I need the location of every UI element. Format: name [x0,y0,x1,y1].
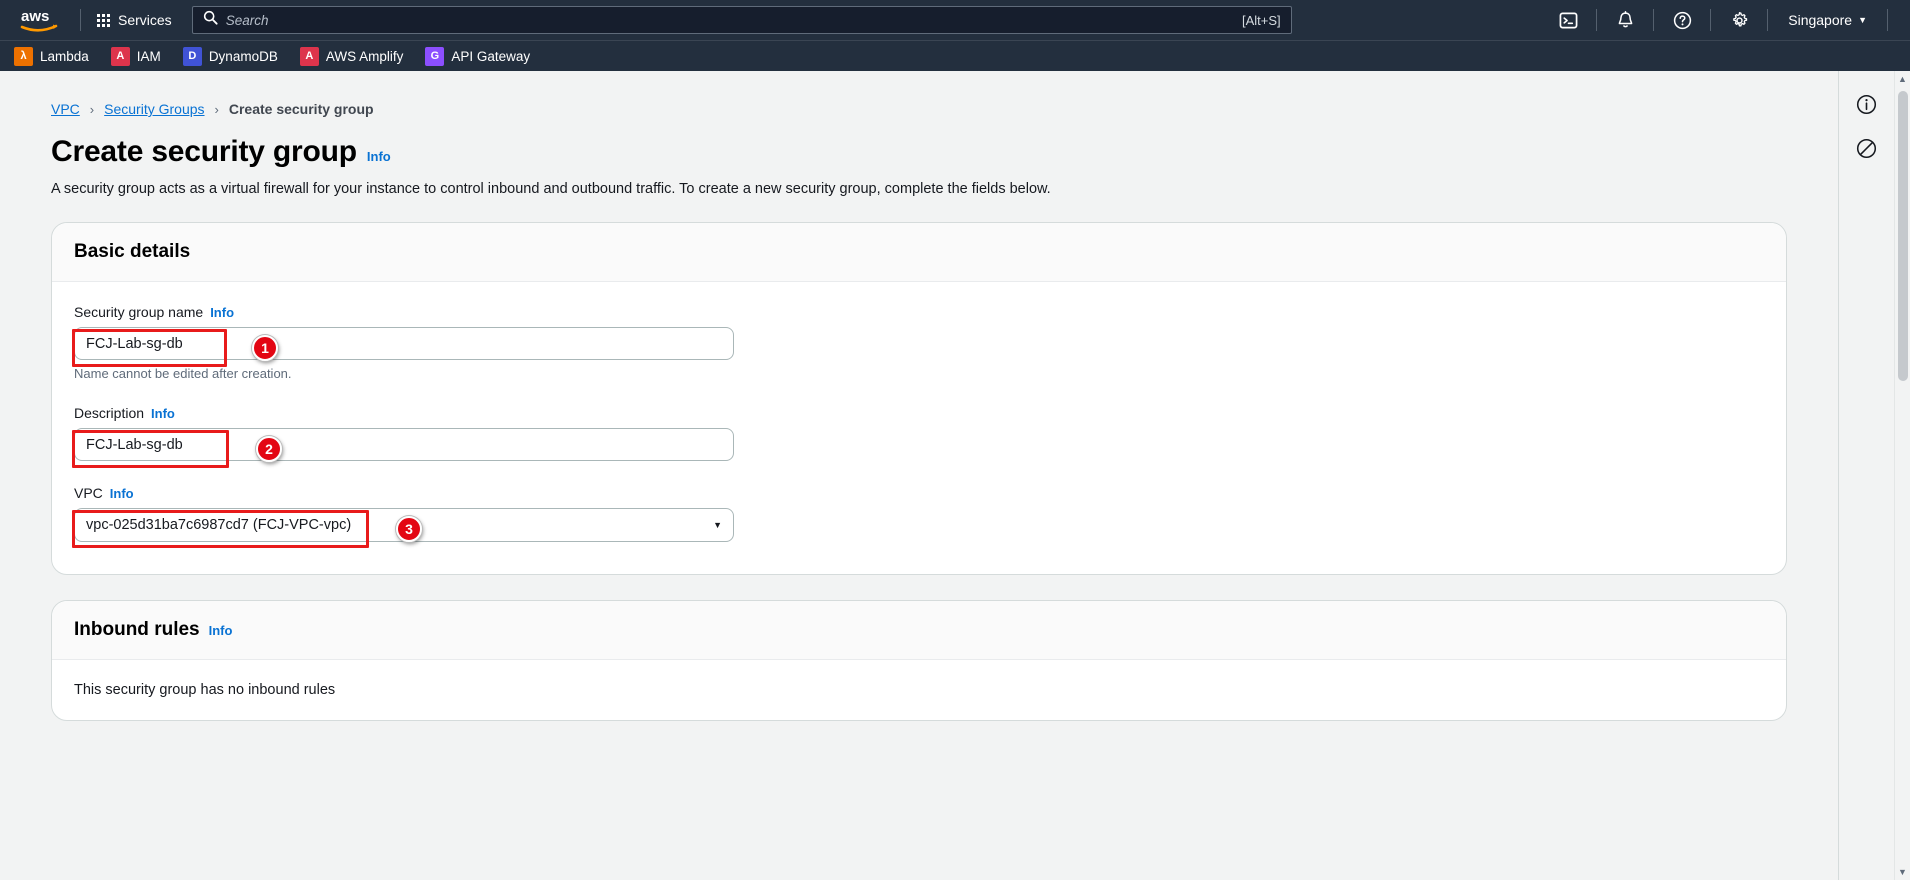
favorite-label: DynamoDB [208,48,278,64]
favorite-item-aws-amplify[interactable]: A AWS Amplify [299,46,404,66]
services-menu-button[interactable]: Services [89,6,180,34]
description-info-link[interactable]: Info [151,406,175,421]
chevron-down-icon: ▼ [713,520,722,530]
vpc-selected-value: vpc-025d31ba7c6987cd7 (FCJ-VPC-vpc) [86,517,352,533]
favorite-label: Lambda [40,48,89,64]
description-input[interactable]: FCJ-Lab-sg-db [74,428,734,461]
scrollbar-track[interactable] [1895,87,1910,864]
inbound-rules-info-link[interactable]: Info [209,623,233,638]
basic-details-card: Basic details Security group name Info F… [51,222,1787,575]
security-group-name-constraint-text: Name cannot be edited after creation. [74,366,292,381]
favorite-item-api-gateway[interactable]: G API Gateway [425,46,531,66]
search-shortcut-hint: [Alt+S] [1242,12,1281,28]
api-gateway-service-icon: G [425,46,445,66]
basic-details-header: Basic details [52,223,1786,282]
scroll-down-arrow-icon[interactable]: ▼ [1895,864,1910,880]
chevron-down-icon: ▼ [1858,15,1867,25]
top-navigation-bar: aws Services Search [Alt+S] Singapore ▼ [0,0,1910,40]
favorites-bar: λ Lambda A IAM D DynamoDB A AWS Amplify … [0,40,1910,71]
basic-details-body: Security group name Info FCJ-Lab-sg-db 1… [52,282,1786,574]
page-container: VPC › Security Groups › Create security … [0,71,1910,880]
search-input[interactable]: Search [Alt+S] [191,6,1292,34]
nav-divider [1653,9,1655,31]
vpc-field: VPC Info vpc-025d31ba7c6987cd7 (FCJ-VPC-… [72,485,1764,548]
grid-menu-icon [97,13,110,27]
right-side-rail [1838,71,1894,880]
svg-text:aws: aws [21,8,49,25]
page-title-row: Create security group Info [0,117,1838,169]
lambda-service-icon: λ [14,46,33,66]
description-label-row: Description Info [74,405,1764,421]
annotation-badge-3: 3 [396,516,422,542]
region-selector-button[interactable]: Singapore ▼ [1776,6,1879,34]
help-question-icon[interactable] [1662,4,1702,36]
favorite-item-lambda[interactable]: λ Lambda [14,46,89,66]
security-group-name-field: Security group name Info FCJ-Lab-sg-db 1… [72,304,1764,381]
favorite-item-iam[interactable]: A IAM [110,46,161,66]
breadcrumb-item-security-groups[interactable]: Security Groups [104,101,204,117]
nav-divider [1887,9,1888,31]
inbound-rules-heading: Inbound rules [74,619,200,640]
inbound-rules-body: This security group has no inbound rules [52,660,1786,720]
inbound-rules-empty-text: This security group has no inbound rules [74,682,336,698]
favorite-label: IAM [136,48,161,64]
breadcrumb-separator-icon: › [214,101,219,117]
nav-divider [80,9,81,31]
favorite-label: AWS Amplify [325,48,404,64]
nav-divider [1596,9,1598,31]
info-panel-icon[interactable] [1850,87,1884,121]
inbound-rules-header: Inbound rules Info [52,601,1786,660]
breadcrumb-item-create-security-group: Create security group [228,101,374,117]
security-group-name-label: Security group name [74,304,204,320]
security-group-name-label-row: Security group name Info [74,304,1764,320]
page-title-info-link[interactable]: Info [367,149,391,164]
annotation-badge-2: 2 [256,436,282,462]
breadcrumb-separator-icon: › [89,101,95,117]
amplify-service-icon: A [299,46,319,66]
page-description: A security group acts as a virtual firew… [51,181,1051,197]
vpc-info-link[interactable]: Info [110,486,134,501]
page-title: Create security group [51,135,357,168]
settings-gear-icon[interactable] [1719,4,1759,36]
basic-details-heading: Basic details [74,241,191,262]
inbound-rules-card: Inbound rules Info This security group h… [51,600,1787,721]
page-scrollbar[interactable]: ▲ ▼ [1894,71,1910,880]
annotation-badge-1: 1 [252,335,278,361]
main-content: VPC › Security Groups › Create security … [0,71,1838,880]
services-label: Services [118,12,172,28]
cloudshell-icon[interactable] [1548,4,1588,36]
favorite-label: API Gateway [451,48,531,64]
scroll-up-arrow-icon[interactable]: ▲ [1895,71,1910,87]
description-label: Description [74,405,145,421]
nav-divider [1767,9,1769,31]
nav-right-group: Singapore ▼ [1548,4,1896,36]
dynamodb-service-icon: D [182,46,202,66]
search-icon [203,10,218,30]
security-group-name-input[interactable]: FCJ-Lab-sg-db [74,327,734,360]
breadcrumb-item-vpc[interactable]: VPC [51,101,80,117]
security-group-name-info-link[interactable]: Info [210,305,234,320]
region-label: Singapore [1788,12,1853,28]
notifications-bell-icon[interactable] [1605,4,1645,36]
vpc-label: VPC [74,485,103,501]
search-placeholder: Search [225,12,269,28]
aws-logo[interactable]: aws [18,7,60,33]
description-field: Description Info FCJ-Lab-sg-db 2 [72,405,1764,468]
iam-service-icon: A [110,46,130,66]
vpc-label-row: VPC Info [74,485,1764,501]
nav-divider [1710,9,1712,31]
scrollbar-thumb[interactable] [1898,91,1908,381]
favorite-item-dynamodb[interactable]: D DynamoDB [182,46,278,66]
no-access-icon[interactable] [1850,131,1884,165]
breadcrumb: VPC › Security Groups › Create security … [0,71,1838,117]
